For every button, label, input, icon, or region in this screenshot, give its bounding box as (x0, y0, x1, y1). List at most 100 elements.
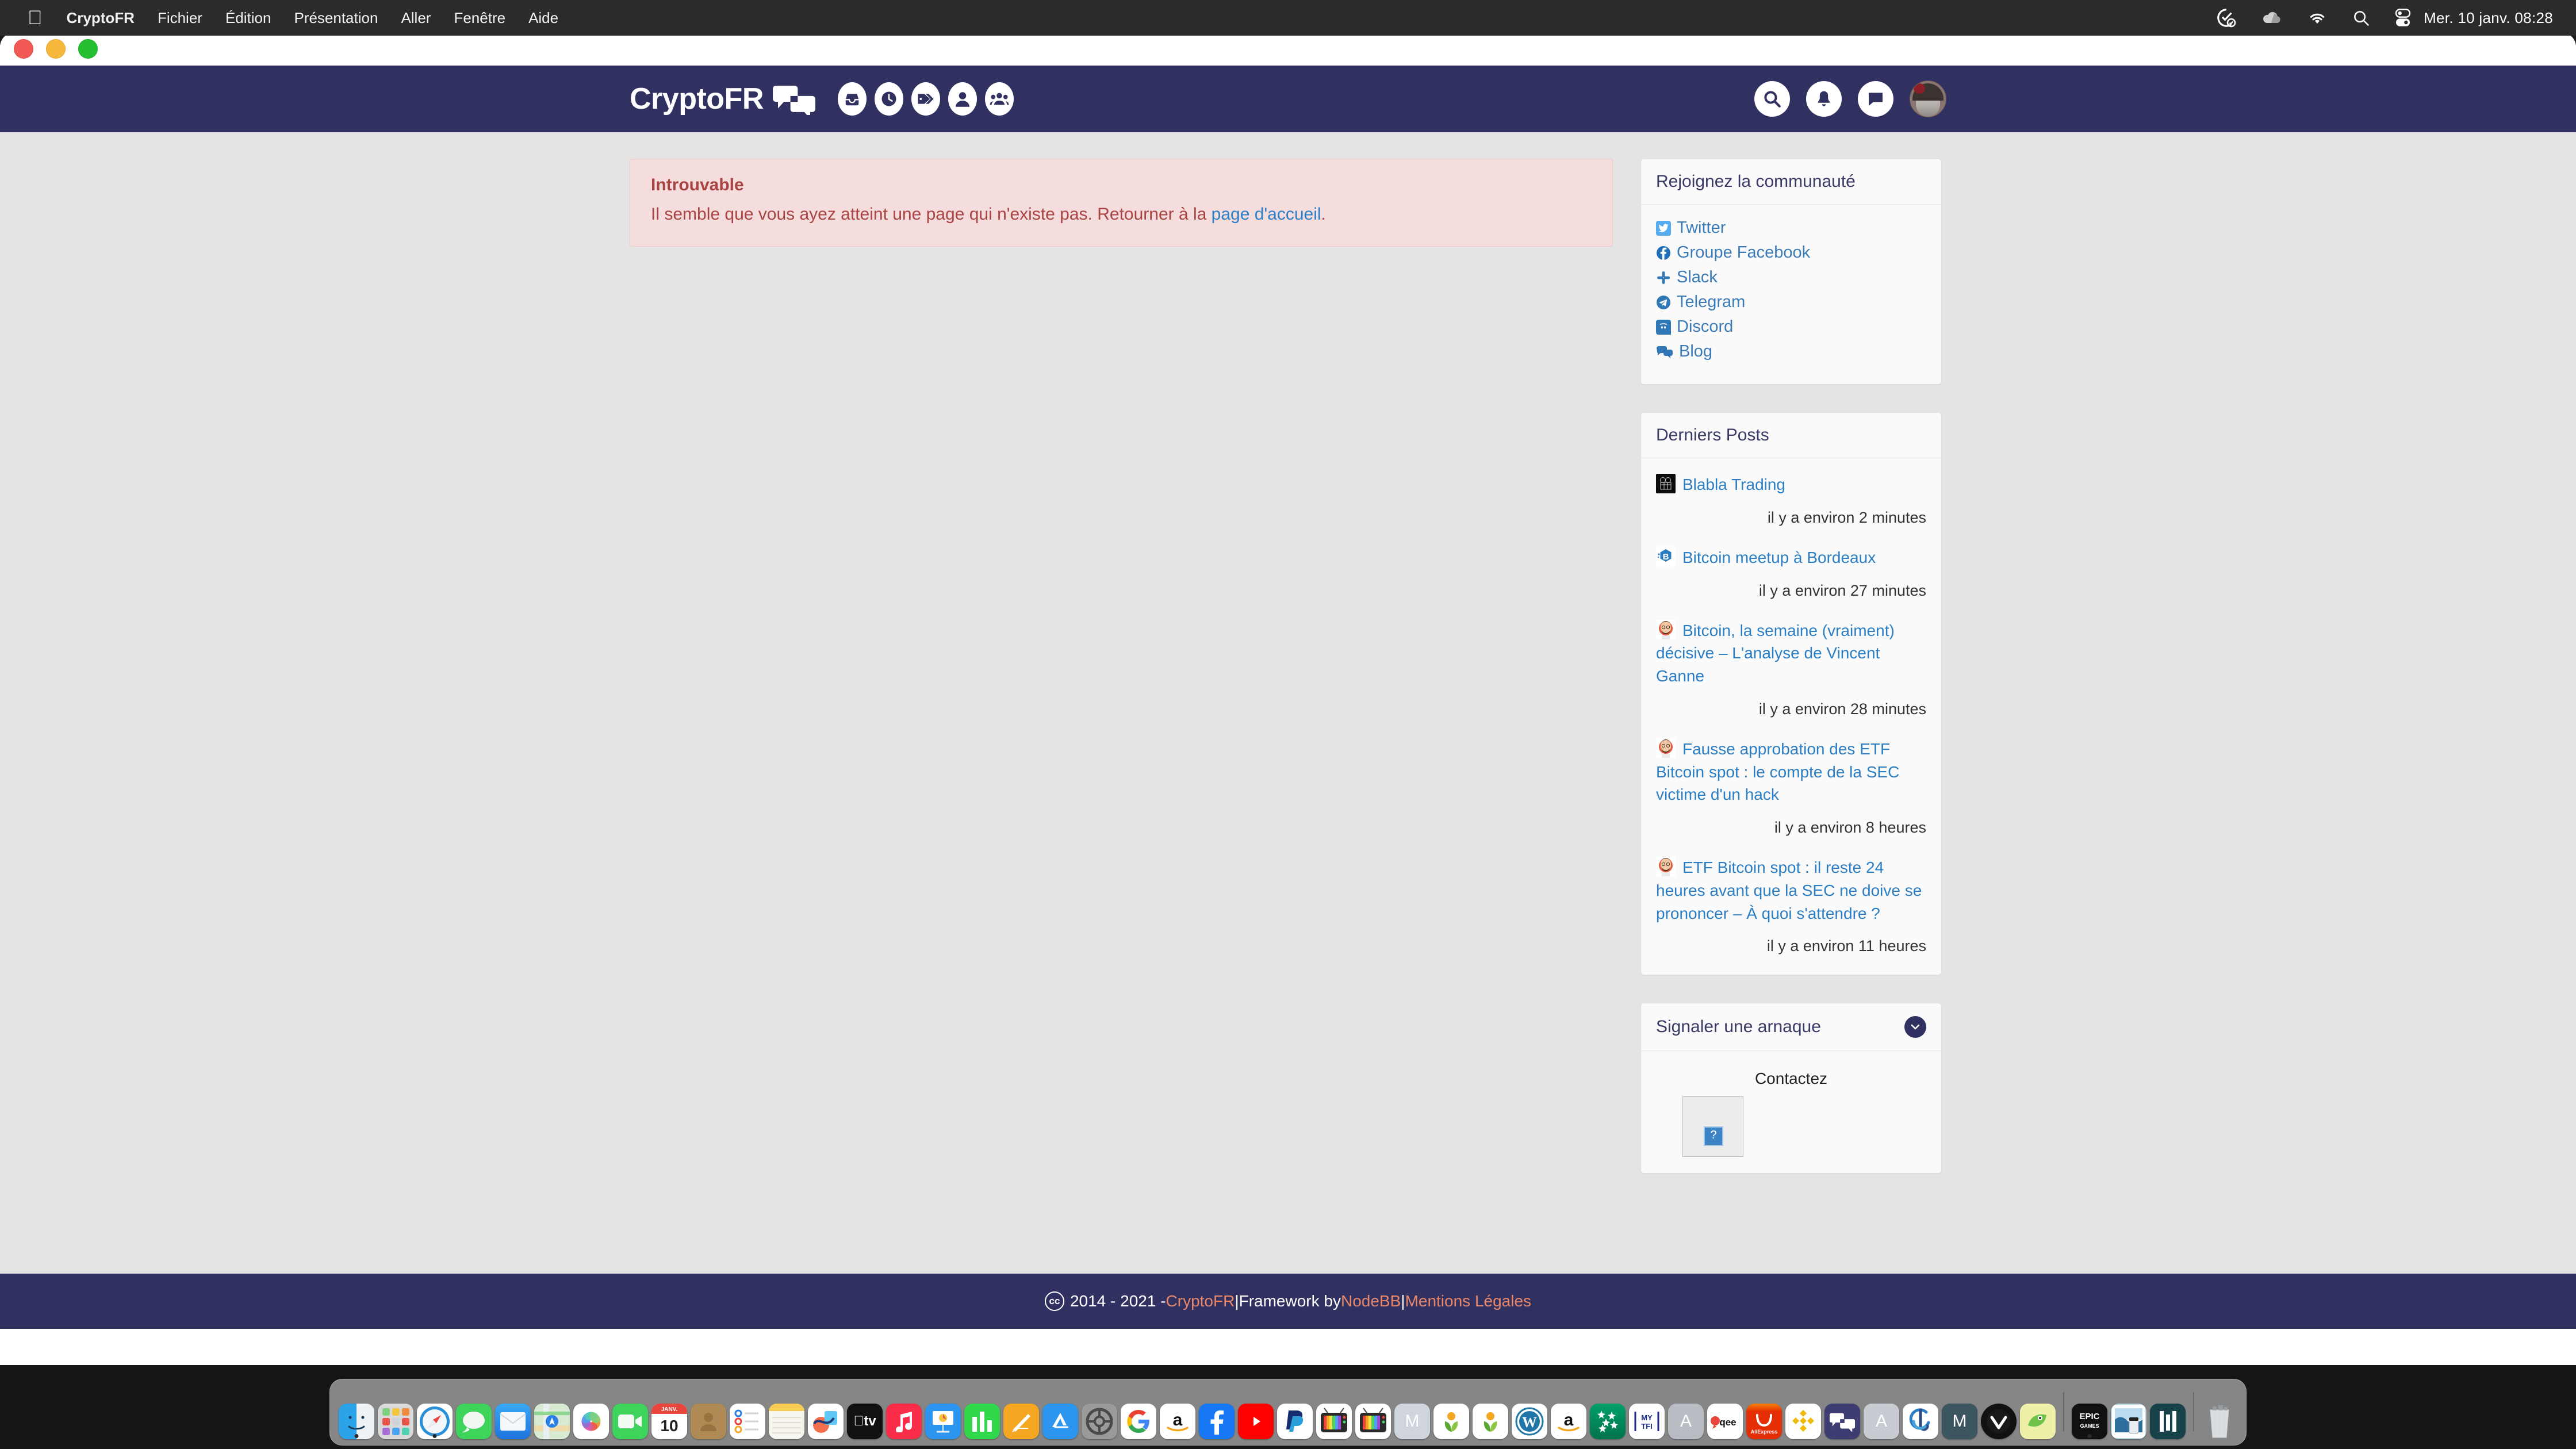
dock-item-appstore[interactable] (1041, 1384, 1080, 1439)
dock-item-google[interactable] (1119, 1384, 1158, 1439)
dock-item-bnp-paribas[interactable] (1588, 1384, 1627, 1439)
dock-item-system-settings[interactable] (1080, 1384, 1119, 1439)
dock-item-safari[interactable] (415, 1384, 454, 1439)
footer-brand-link[interactable]: CryptoFR (1166, 1292, 1235, 1310)
search-icon[interactable] (2340, 9, 2382, 26)
apple-icon[interactable]:  (15, 8, 55, 28)
chevron-down-icon[interactable] (1904, 1016, 1926, 1038)
community-link-facebook[interactable]: Groupe Facebook (1656, 243, 1926, 262)
dock-item-mytf1[interactable]: MYTFI (1627, 1384, 1666, 1439)
dock-item-preview-image[interactable] (2109, 1384, 2148, 1439)
menu-item-aide[interactable]: Aide (517, 6, 570, 30)
wifi-icon[interactable] (2295, 10, 2340, 25)
menu-item-edition[interactable]: Édition (214, 6, 283, 30)
notifications-button[interactable] (1806, 81, 1842, 117)
menu-item-fenetre[interactable]: Fenêtre (442, 6, 517, 30)
post-title-link[interactable]: Bitcoin meetup à Bordeaux (1682, 549, 1876, 566)
community-link-label[interactable]: Slack (1677, 268, 1718, 287)
dock-item-calendar[interactable]: JANV.10 (650, 1384, 689, 1439)
footer-legal-link[interactable]: Mentions Légales (1405, 1292, 1531, 1310)
dock-item-reminders[interactable] (728, 1384, 767, 1439)
post-title-link[interactable]: Fausse approbation des ETF Bitcoin spot … (1656, 740, 1899, 804)
dock-item-oqee[interactable]: qee (1705, 1384, 1745, 1439)
footer-framework-text: Framework by (1239, 1292, 1341, 1310)
community-link-label[interactable]: Blog (1679, 342, 1712, 361)
dock-item-aliexpress[interactable]: AliExpress (1745, 1384, 1784, 1439)
dock-item-appletv[interactable]: tv (845, 1384, 884, 1439)
dock-item-mailchimp-1[interactable] (1432, 1384, 1471, 1439)
minimize-button[interactable] (46, 39, 66, 59)
nav-item-groups[interactable] (983, 80, 1015, 118)
dock-item-mail[interactable] (493, 1384, 532, 1439)
dock-item-maps[interactable] (532, 1384, 572, 1439)
dock-item-facetime[interactable] (611, 1384, 650, 1439)
dock-item-messages[interactable] (454, 1384, 493, 1439)
dock-item-app-m[interactable]: M (1940, 1384, 1979, 1439)
dock-item-amazon[interactable]: a (1158, 1384, 1197, 1439)
menu-item-aller[interactable]: Aller (389, 6, 442, 30)
dock-item-mailchimp-2[interactable] (1471, 1384, 1510, 1439)
cryptofr-app-icon (1824, 1404, 1860, 1439)
messages-icon (456, 1404, 492, 1439)
community-link-discord[interactable]: Discord (1656, 317, 1926, 336)
cloud-icon[interactable] (2249, 9, 2295, 26)
dock-item-app-a-2[interactable]: A (1862, 1384, 1901, 1439)
zoom-button[interactable] (78, 39, 98, 59)
menu-item-app[interactable]: CryptoFR (55, 6, 146, 30)
community-link-slack[interactable]: Slack (1656, 268, 1926, 287)
dock-item-music[interactable] (884, 1384, 923, 1439)
task-check-icon[interactable] (2204, 8, 2249, 28)
footer-nodebb-link[interactable]: NodeBB (1341, 1292, 1401, 1310)
menu-item-fichier[interactable]: Fichier (146, 6, 214, 30)
community-link-telegram[interactable]: Telegram (1656, 293, 1926, 312)
dock-item-numbers[interactable] (963, 1384, 1002, 1439)
dock-item-tv-app-2[interactable] (1354, 1384, 1393, 1439)
community-link-blog[interactable]: Blog (1656, 342, 1926, 361)
dock-item-app-a-1[interactable]: A (1666, 1384, 1705, 1439)
post-title-link[interactable]: Bitcoin, la semaine (vraiment) décisive … (1656, 622, 1895, 685)
community-link-label[interactable]: Telegram (1677, 293, 1745, 312)
search-button[interactable] (1754, 81, 1790, 117)
menu-bar-clock[interactable]: Mer. 10 janv. 08:28 (2424, 9, 2561, 27)
dock-item-keynote[interactable] (923, 1384, 963, 1439)
nav-item-user[interactable] (946, 80, 979, 118)
post-title-link[interactable]: ETF Bitcoin spot : il reste 24 heures av… (1656, 858, 1922, 922)
dock-item-unstoppable[interactable] (1901, 1384, 1940, 1439)
dock-item-photos[interactable] (572, 1384, 611, 1439)
dock-item-notes[interactable] (767, 1384, 806, 1439)
dock-item-paypal[interactable] (1275, 1384, 1314, 1439)
nav-item-inbox[interactable] (836, 80, 868, 118)
dock-item-launchpad[interactable] (376, 1384, 415, 1439)
dock-item-cryptofr-app[interactable] (1823, 1384, 1862, 1439)
dock-item-facebook[interactable] (1197, 1384, 1236, 1439)
homepage-link[interactable]: page d'accueil (1212, 205, 1321, 224)
post-title-link[interactable]: Blabla Trading (1682, 476, 1785, 493)
menu-item-presentation[interactable]: Présentation (282, 6, 389, 30)
dock-item-wordpress[interactable]: W (1510, 1384, 1549, 1439)
dock-item-vivaldi[interactable] (1979, 1384, 2018, 1439)
community-link-label[interactable]: Discord (1677, 317, 1733, 336)
close-button[interactable] (14, 39, 33, 59)
avatar[interactable] (1910, 80, 1946, 117)
dock-item-contacts[interactable] (689, 1384, 728, 1439)
nav-item-tags[interactable] (910, 80, 942, 118)
dock-item-freeform[interactable] (806, 1384, 845, 1439)
dock-item-epic-games[interactable]: EPICGAMES (2070, 1384, 2109, 1439)
community-link-twitter[interactable]: Twitter (1656, 218, 1926, 237)
dock-item-youtube[interactable] (1236, 1384, 1275, 1439)
chat-button[interactable] (1858, 81, 1893, 117)
nav-item-recent[interactable] (873, 80, 905, 118)
community-link-label[interactable]: Twitter (1677, 218, 1726, 237)
brand-logo[interactable]: CryptoFR (630, 82, 816, 116)
dock-item-gecko-app[interactable] (2018, 1384, 2057, 1439)
dock-item-pages[interactable] (1002, 1384, 1041, 1439)
dock-item-medium[interactable]: M (1393, 1384, 1432, 1439)
dock-item-trash[interactable] (2200, 1384, 2239, 1439)
community-link-label[interactable]: Groupe Facebook (1677, 243, 1810, 262)
dock-item-binance[interactable] (1784, 1384, 1823, 1439)
dock-item-finder[interactable] (337, 1384, 376, 1439)
dock-item-dashlane[interactable] (2148, 1384, 2187, 1439)
dock-item-tv-app-1[interactable] (1314, 1384, 1354, 1439)
control-center-icon[interactable] (2382, 9, 2424, 27)
dock-item-amazon-2[interactable]: a (1549, 1384, 1588, 1439)
